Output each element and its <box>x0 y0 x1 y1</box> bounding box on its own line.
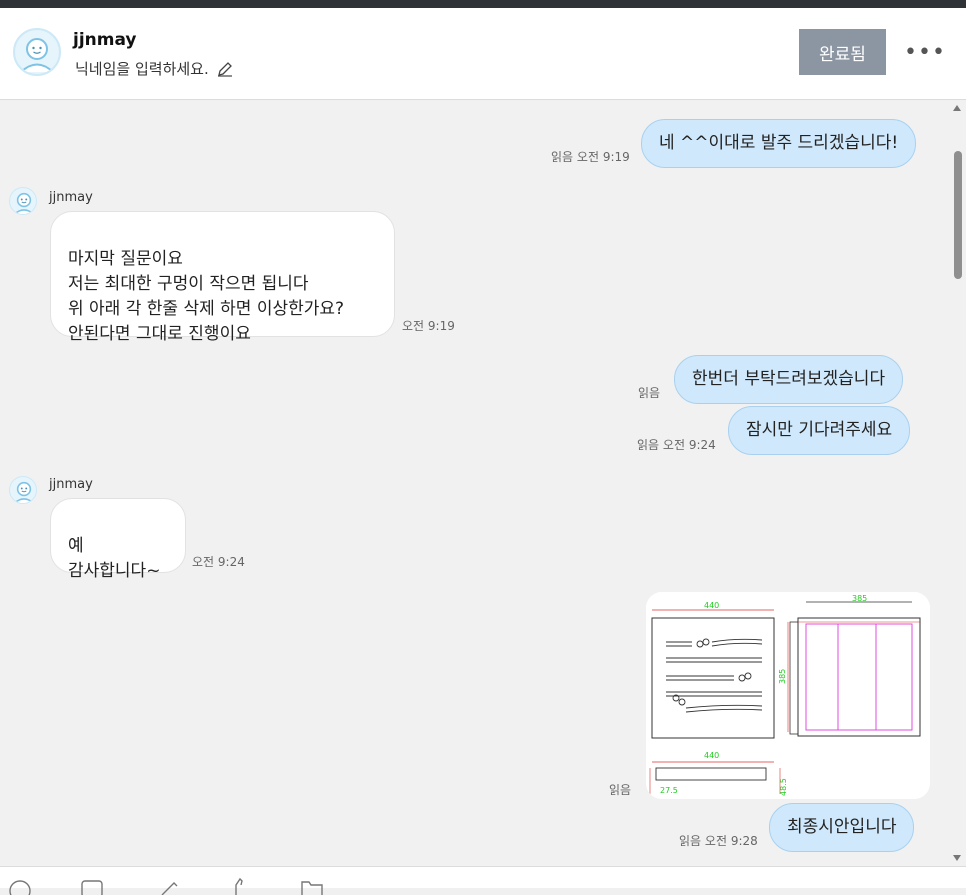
avatar-icon <box>13 192 35 214</box>
message-bubble[interactable]: 예 감사합니다~ <box>50 498 186 581</box>
message-time: 오전 9:24 <box>192 555 245 569</box>
dimension-label: 440 <box>704 601 719 610</box>
drawing-image: 440 385 385 440 27.5 48.5 <box>646 592 930 799</box>
message-meta: 읽음 오전 9:28 <box>679 832 758 849</box>
message-bubble[interactable]: 잠시만 기다려주세요 <box>728 406 911 455</box>
read-status: 읽음 <box>637 438 660 452</box>
message-bubble[interactable]: 네 ^^이대로 발주 드리겠습니다! <box>641 119 917 168</box>
read-status: 읽음 <box>551 150 574 164</box>
message-list[interactable]: 읽음 오전 9:19 네 ^^이대로 발주 드리겠습니다! jjnmay 마지막… <box>0 101 950 866</box>
emoji-icon[interactable] <box>8 877 32 895</box>
scrollbar[interactable] <box>950 101 966 866</box>
dimension-label: 385 <box>778 669 787 684</box>
chat-header: jjnmay 닉네임을 입력하세요. 완료됨 ••• <box>0 8 966 100</box>
read-status: 읽음 <box>609 783 632 797</box>
message-time: 오전 9:28 <box>704 834 758 848</box>
dimension-label: 27.5 <box>660 786 678 795</box>
window-top-bar <box>0 0 966 8</box>
nickname-field[interactable]: 닉네임을 입력하세요. <box>75 58 235 79</box>
nickname-placeholder: 닉네임을 입력하세요. <box>75 60 209 78</box>
more-dots-icon[interactable]: ••• <box>904 36 945 68</box>
message-time: 오전 9:19 <box>402 319 455 333</box>
sender-name: jjnmay <box>49 190 93 205</box>
sender-avatar[interactable] <box>9 187 37 215</box>
dimension-label: 48.5 <box>779 778 788 796</box>
message-text: 마지막 질문이요 저는 최대한 구멍이 작으면 됩니다 위 아래 각 한줄 삭제… <box>68 249 345 344</box>
message-text: 예 감사합니다~ <box>68 536 161 581</box>
scroll-down-arrow-icon[interactable] <box>953 855 961 861</box>
thumbs-up-icon[interactable] <box>228 877 252 895</box>
contact-name: jjnmay <box>73 30 137 50</box>
pencil-icon[interactable] <box>156 877 180 895</box>
avatar-icon <box>13 481 35 503</box>
message-bubble[interactable]: 마지막 질문이요 저는 최대한 구멍이 작으면 됩니다 위 아래 각 한줄 삭제… <box>50 211 395 344</box>
scroll-up-arrow-icon[interactable] <box>953 105 961 111</box>
done-button[interactable]: 완료됨 <box>799 29 886 75</box>
message-meta: 읽음 오전 9:24 <box>637 436 716 453</box>
message-bubble[interactable]: 최종시안입니다 <box>769 803 915 852</box>
sender-avatar[interactable] <box>9 476 37 504</box>
pencil-icon[interactable] <box>215 59 235 79</box>
avatar-icon <box>20 38 54 73</box>
folder-icon[interactable] <box>300 877 324 895</box>
message-text: 잠시만 기다려주세요 <box>746 420 893 440</box>
chat-template-icon[interactable] <box>80 877 104 895</box>
avatar[interactable] <box>13 28 61 76</box>
sender-name: jjnmay <box>49 477 93 492</box>
message-time: 오전 9:19 <box>576 150 630 164</box>
dimension-label: 385 <box>852 594 867 603</box>
dimension-label: 440 <box>704 751 719 760</box>
message-text: 최종시안입니다 <box>787 817 897 837</box>
message-text: 네 ^^이대로 발주 드리겠습니다! <box>659 133 899 153</box>
read-status: 읽음 <box>638 386 661 400</box>
message-time: 오전 9:24 <box>662 438 716 452</box>
image-attachment[interactable]: 440 385 385 440 27.5 48.5 <box>646 592 930 799</box>
message-text: 한번더 부탁드려보겠습니다 <box>692 369 886 389</box>
message-bubble[interactable]: 한번더 부탁드려보겠습니다 <box>674 355 904 404</box>
read-status: 읽음 <box>679 834 702 848</box>
scroll-thumb[interactable] <box>954 151 962 279</box>
composer-toolbar <box>0 866 966 895</box>
message-meta: 읽음 오전 9:19 <box>551 148 630 165</box>
